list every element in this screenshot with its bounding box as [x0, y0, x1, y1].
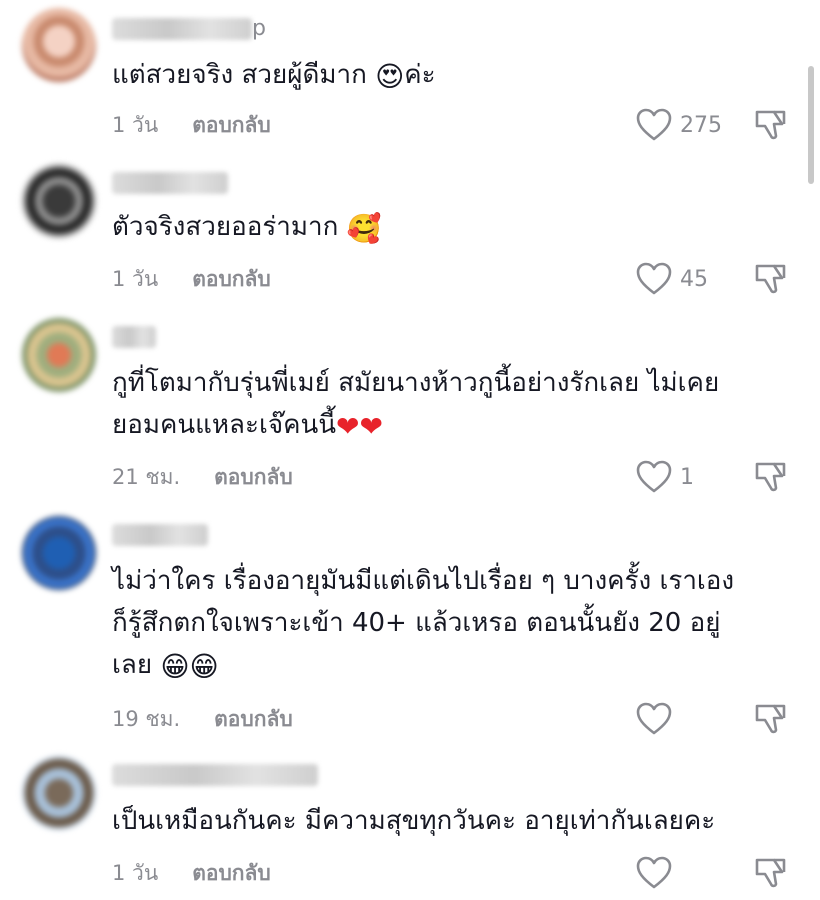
heart-outline-icon — [636, 702, 672, 735]
comment-meta: 19 ชม. ตอบกลับ — [112, 704, 293, 734]
thumbs-down-icon[interactable] — [752, 700, 788, 736]
reply-button[interactable]: ตอบกลับ — [214, 703, 293, 736]
heart-eyes-emoji-icon: 😍 — [375, 60, 405, 93]
comment-meta: 21 ชม. ตอบกลับ — [112, 462, 293, 492]
thumbs-down-icon[interactable] — [752, 458, 788, 494]
comment-text: เป็นเหมือนกันคะ มีความสุขทุกวันคะ อายุเท… — [112, 806, 716, 836]
avatar[interactable] — [22, 318, 96, 392]
avatar[interactable] — [22, 756, 96, 830]
comment-meta: 1 วัน ตอบกลับ — [112, 858, 271, 888]
thumbs-down-icon[interactable] — [752, 260, 788, 296]
comment-meta: 1 วัน ตอบกลับ — [112, 110, 271, 140]
avatar[interactable] — [22, 164, 96, 238]
smiling-hearts-emoji-icon: 🥰 — [346, 212, 382, 245]
thumbs-down-icon[interactable] — [752, 854, 788, 890]
comment-time: 19 ชม. — [112, 706, 181, 731]
comment-time: 21 ชม. — [112, 464, 181, 489]
comment-time: 1 วัน — [112, 112, 159, 137]
like-count: 275 — [680, 112, 722, 138]
avatar[interactable] — [22, 516, 96, 590]
comment-text: แต่สวยจริง สวยผู้ดีมาก 😍ค่ะ — [112, 54, 792, 98]
like-button[interactable] — [636, 701, 672, 737]
like-button[interactable] — [636, 855, 672, 891]
comment-meta: 1 วัน ตอบกลับ — [112, 264, 271, 294]
username[interactable] — [112, 764, 318, 786]
comment-time: 1 วัน — [112, 860, 159, 885]
thumbs-down-icon[interactable] — [752, 106, 788, 142]
like-count: 45 — [680, 266, 708, 292]
scrollbar[interactable] — [808, 66, 814, 184]
like-button[interactable]: 275 — [636, 107, 722, 143]
username[interactable] — [112, 18, 252, 40]
reply-button[interactable]: ตอบกลับ — [192, 109, 271, 142]
reply-button[interactable]: ตอบกลับ — [192, 857, 271, 890]
heart-outline-icon — [636, 262, 672, 295]
heart-outline-icon — [636, 460, 672, 493]
like-button[interactable]: 45 — [636, 261, 708, 297]
reply-button[interactable]: ตอบกลับ — [192, 263, 271, 296]
comment-text: ตัวจริงสวยออร่ามาก 🥰 — [112, 206, 792, 250]
comment-text: กูที่โตมากับรุ่นพี่เมย์ สมัยนางห้าวกูนี้… — [112, 362, 792, 448]
red-heart-emoji-icon: ❤❤ — [336, 410, 383, 443]
heart-outline-icon — [636, 108, 672, 141]
avatar[interactable] — [22, 8, 96, 82]
reply-button[interactable]: ตอบกลับ — [214, 461, 293, 494]
comment-text: ไม่ว่าใคร เรื่องอายุมันมีแต่เดินไปเรื่อย… — [112, 560, 792, 688]
grinning-emoji-icon: 😁😁 — [160, 650, 219, 683]
username-tail: p — [252, 16, 266, 41]
like-button[interactable]: 1 — [636, 459, 694, 495]
username[interactable] — [112, 172, 228, 194]
username[interactable] — [112, 326, 156, 348]
comment-time: 1 วัน — [112, 266, 159, 291]
heart-outline-icon — [636, 856, 672, 889]
like-count: 1 — [680, 464, 694, 490]
username[interactable] — [112, 524, 208, 546]
